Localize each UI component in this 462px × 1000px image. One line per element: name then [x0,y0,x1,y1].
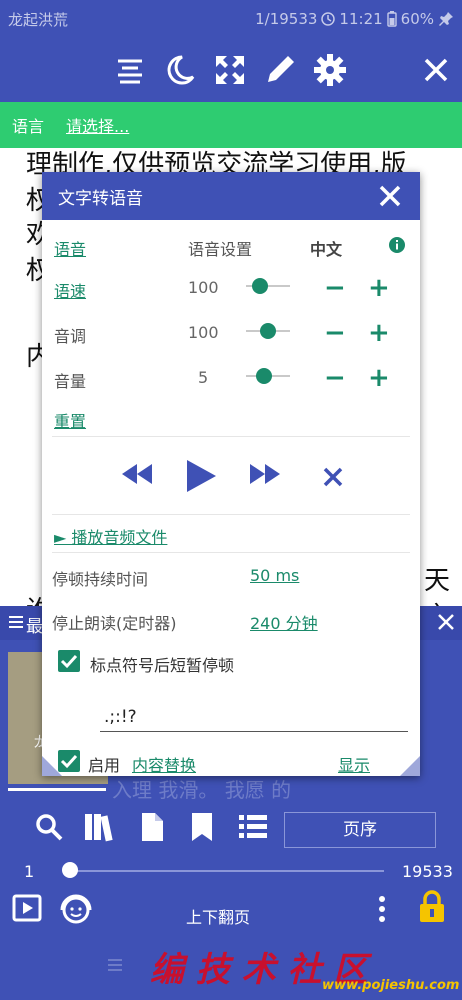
divider [52,436,410,437]
volume-value: 5 [198,368,209,387]
reset-link[interactable]: 重置 [54,408,86,432]
stop-timer-label: 停止朗读(定时器) [52,614,177,633]
video-play-icon[interactable] [12,894,42,922]
voice-language[interactable]: 中文 [310,236,342,260]
punct-pause-checkbox[interactable] [58,650,80,672]
content-replace-link[interactable]: 内容替换 [132,752,196,776]
pitch-decrease-button[interactable]: − [324,320,346,346]
language-select-link[interactable]: 请选择... [66,113,129,137]
gear-icon[interactable] [312,52,348,88]
pitch-slider[interactable] [246,323,290,339]
page-slider-track[interactable] [70,870,384,872]
page-counter: 1/19533 [255,10,318,28]
stop-timer-value[interactable]: 240 分钟 [250,610,318,634]
pencil-icon[interactable] [262,52,298,88]
list-icon[interactable] [8,614,24,630]
slider-min: 1 [24,862,35,881]
recent-apps-icon[interactable] [106,956,124,974]
punct-pause-label: 标点符号后短暂停顿 [90,656,235,675]
time: 11:21 [339,10,383,28]
tts-dialog-header: 文字转语音 [42,172,420,220]
tts-headphones-icon[interactable] [58,890,94,926]
battery-icon [386,11,397,27]
cover-progress-line [8,788,106,791]
divider [52,514,410,515]
volume-decrease-button[interactable]: − [324,365,346,391]
info-icon[interactable] [388,236,406,254]
page-order-button[interactable]: 页序 [284,812,436,848]
show-link[interactable]: 显示 [338,752,370,776]
fullscreen-icon[interactable] [212,52,248,88]
rate-decrease-button[interactable]: − [324,275,346,301]
pause-duration-label: 停顿持续时间 [52,570,149,589]
volume-label: 音量 [54,372,87,391]
reading-text-line: 入理 我滑。 我愿 的 [112,778,292,802]
enable-label: 启用 [88,756,121,775]
pin-icon [438,11,454,27]
tts-dialog: 文字转语音 语音 语音设置 中文 语速 100 − + 音调 100 − + 音… [42,172,420,776]
book-title: 龙起洪荒 [8,10,69,29]
tts-dialog-title: 文字转语音 [58,188,143,209]
voice-settings-label[interactable]: 语音设置 [188,236,252,260]
stop-icon[interactable] [322,466,344,488]
language-bar: 语言 请选择... [0,102,462,148]
toc-list-icon[interactable] [238,812,268,842]
resize-handle-left[interactable] [42,756,62,776]
top-toolbar [0,38,462,102]
rate-increase-button[interactable]: + [368,275,390,301]
reading-text-fragment: 天 [424,566,451,596]
pitch-increase-button[interactable]: + [368,320,390,346]
divider [52,552,410,553]
rate-link[interactable]: 语速 [54,278,86,302]
volume-slider[interactable] [246,368,290,384]
menu-icon[interactable] [112,52,148,88]
library-icon[interactable] [84,812,118,842]
rate-value: 100 [188,278,219,297]
rewind-icon[interactable] [120,462,154,486]
moon-icon[interactable] [162,52,198,88]
pitch-value: 100 [188,323,219,342]
play-audio-file-link[interactable]: ► 播放音频文件 [54,524,167,548]
file-icon[interactable] [140,812,164,842]
fast-forward-icon[interactable] [248,462,282,486]
bookmark-icon[interactable] [190,812,214,842]
pitch-label: 音调 [54,327,87,346]
resize-handle-right[interactable] [400,756,420,776]
voice-link[interactable]: 语音 [54,236,86,260]
header-text: 最 [26,617,43,637]
close-icon[interactable] [436,612,456,632]
lock-icon[interactable] [418,890,446,924]
close-icon[interactable] [378,184,402,208]
page-slider-thumb[interactable] [62,862,78,878]
status-bar: 龙起洪荒 1/19533 11:21 60% [0,0,462,38]
more-vertical-icon[interactable] [376,894,388,924]
navigation-bar: 编 技 术 社 区 www.pojieshu.com [0,936,462,1000]
battery-percent: 60% [400,10,434,28]
play-icon[interactable] [184,458,218,494]
language-label: 语言 [12,117,45,136]
close-icon[interactable] [418,52,454,88]
search-icon[interactable] [34,812,64,842]
punct-chars-input[interactable] [100,692,408,732]
slider-max: 19533 [402,862,453,881]
rate-slider[interactable] [246,278,290,294]
page-slider-row: 1 19533 [0,854,462,888]
play-audio-file-label: ► 播放音频文件 [54,528,168,547]
clock-icon [321,12,336,26]
pause-duration-value[interactable]: 50 ms [250,566,299,585]
volume-increase-button[interactable]: + [368,365,390,391]
flip-mode-label[interactable]: 上下翻页 [186,904,250,928]
watermark-url: www.pojieshu.com [322,978,460,993]
